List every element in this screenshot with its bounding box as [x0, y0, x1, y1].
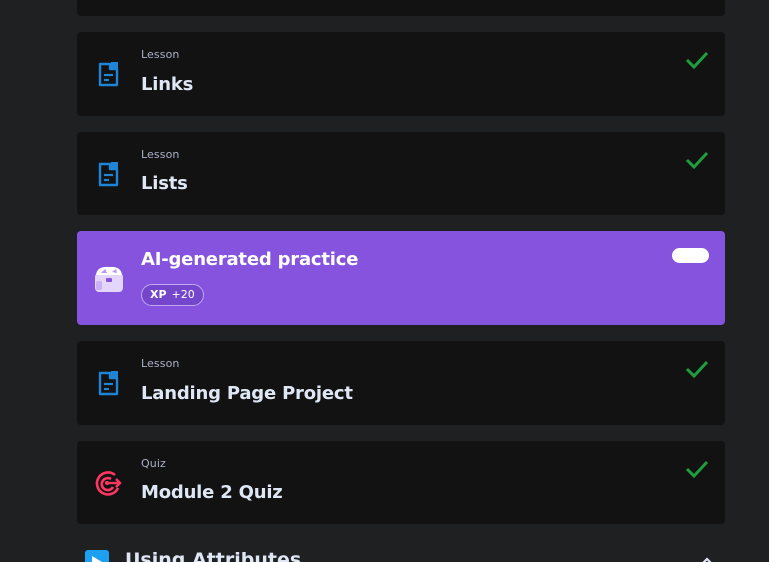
- section-header-using-attributes[interactable]: Using Attributes: [77, 540, 725, 562]
- item-type-label: Lesson: [141, 357, 180, 370]
- lesson-document-icon: [97, 369, 121, 397]
- status-pill: [672, 248, 709, 263]
- item-title: Landing Page Project: [141, 383, 353, 404]
- target-icon: [95, 470, 123, 498]
- treasure-chest-icon: [93, 263, 125, 295]
- check-icon: [685, 359, 709, 379]
- ai-practice-card[interactable]: AI-generated practice XP +20: [77, 231, 725, 325]
- item-type-label: Quiz: [141, 457, 166, 470]
- xp-label: XP: [150, 288, 167, 301]
- item-title: AI-generated practice: [141, 249, 359, 270]
- item-type-label: Lesson: [141, 148, 180, 161]
- lesson-card-lists[interactable]: Lesson Lists: [77, 132, 725, 215]
- previous-item-card[interactable]: [77, 0, 725, 16]
- check-icon: [685, 50, 709, 70]
- section-title: Using Attributes: [125, 549, 302, 562]
- check-icon: [685, 150, 709, 170]
- chevron-up-icon[interactable]: [699, 552, 715, 562]
- lesson-card-landing-page-project[interactable]: Lesson Landing Page Project: [77, 341, 725, 425]
- item-type-label: Lesson: [141, 48, 180, 61]
- play-icon: [85, 550, 109, 562]
- xp-value: +20: [171, 288, 195, 301]
- lesson-card-links[interactable]: Lesson Links: [77, 32, 725, 116]
- lesson-document-icon: [97, 60, 121, 88]
- item-title: Lists: [141, 173, 188, 194]
- xp-badge: XP +20: [141, 284, 204, 306]
- check-icon: [685, 459, 709, 479]
- item-title: Module 2 Quiz: [141, 482, 283, 503]
- quiz-card-module-2[interactable]: Quiz Module 2 Quiz: [77, 441, 725, 524]
- item-title: Links: [141, 74, 194, 95]
- lesson-document-icon: [97, 160, 121, 188]
- module-item-list: Lesson Links Lesson Lists AI-generated p…: [0, 0, 769, 562]
